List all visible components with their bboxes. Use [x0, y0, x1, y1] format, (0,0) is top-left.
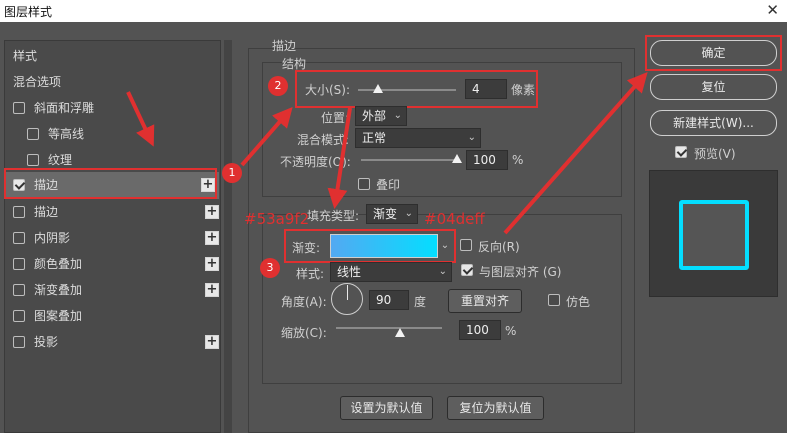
arrow-to-fill-type	[327, 107, 352, 209]
arrow-to-size	[240, 106, 293, 167]
arrow-to-ok	[503, 72, 648, 235]
annotation-arrows	[126, 72, 648, 235]
arrow-list-to-stroke	[126, 91, 155, 147]
